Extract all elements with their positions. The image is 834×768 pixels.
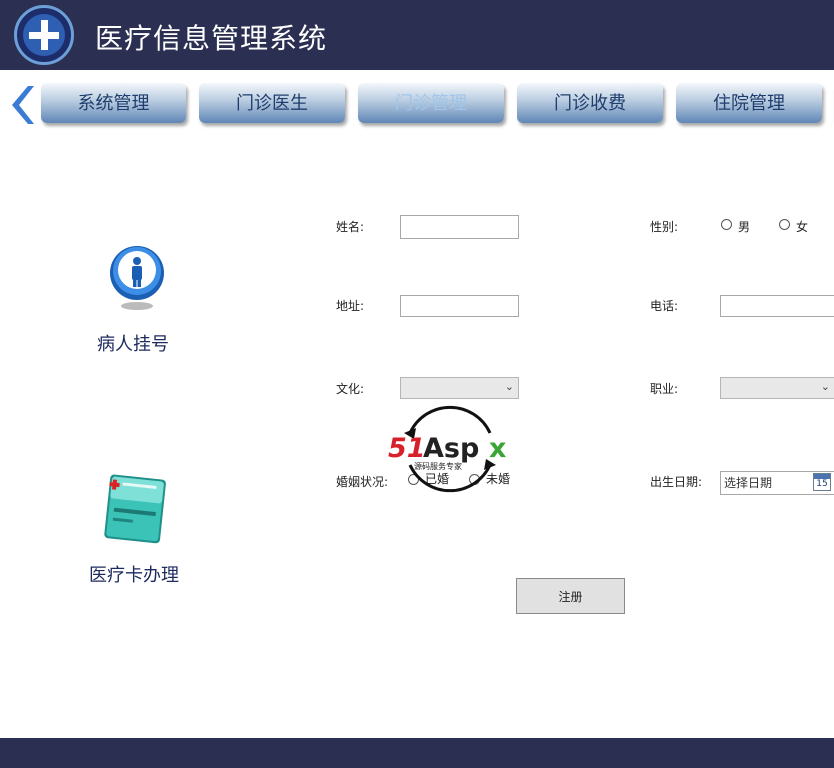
tab-system-management[interactable]: 系统管理 (41, 83, 186, 123)
phone-label: 电话: (650, 299, 679, 313)
address-label: 地址: (336, 299, 365, 313)
phone-input[interactable] (720, 295, 834, 317)
gender-female-radio[interactable] (779, 219, 790, 230)
birthdate-label: 出生日期: (650, 475, 703, 489)
chevron-down-icon: ⌄ (504, 380, 514, 393)
name-input[interactable] (400, 215, 519, 239)
gender-male-label[interactable]: 男 (738, 218, 750, 235)
education-label: 文化: (336, 382, 365, 396)
occupation-select[interactable]: ⌄ (720, 377, 834, 399)
sidebar-item-medical-card[interactable] (104, 472, 168, 548)
watermark-51aspx-logo: 51 Asp x 源码服务专家 (388, 405, 506, 493)
calendar-icon[interactable]: 15 (813, 473, 831, 491)
marital-label: 婚姻状况: (336, 475, 389, 489)
app-title: 医疗信息管理系统 (95, 22, 328, 55)
tab-outpatient-management[interactable]: 门诊管理 (358, 83, 504, 123)
gender-female-label[interactable]: 女 (796, 218, 808, 235)
person-info-icon (110, 246, 164, 310)
nav-prev-arrow-icon[interactable] (4, 84, 36, 126)
svg-text:Asp: Asp (423, 433, 479, 464)
gender-male-radio[interactable] (721, 219, 732, 230)
svg-text:x: x (489, 433, 506, 464)
address-input[interactable] (400, 295, 519, 317)
calendar-day: 15 (816, 479, 828, 489)
register-button[interactable]: 注册 (516, 578, 625, 614)
tab-outpatient-doctor[interactable]: 门诊医生 (199, 83, 345, 123)
sidebar-item-patient-registration[interactable] (108, 242, 166, 312)
medical-card-icon (104, 474, 166, 544)
svg-text:源码服务专家: 源码服务专家 (414, 461, 462, 471)
app-header: 医疗信息管理系统 (0, 0, 834, 70)
occupation-label: 职业: (650, 382, 679, 396)
sidebar-item-label[interactable]: 病人挂号 (97, 330, 169, 356)
tab-outpatient-billing[interactable]: 门诊收费 (517, 83, 663, 123)
medical-cross-logo-icon (14, 5, 74, 65)
gender-label: 性别: (650, 220, 679, 234)
svg-text:51: 51 (388, 433, 426, 464)
app-footer (0, 738, 834, 768)
name-label: 姓名: (336, 220, 365, 234)
sidebar-item-label[interactable]: 医疗卡办理 (89, 561, 179, 587)
education-select[interactable]: ⌄ (400, 377, 519, 399)
tab-inpatient-management[interactable]: 住院管理 (676, 83, 822, 123)
chevron-down-icon: ⌄ (820, 380, 830, 393)
